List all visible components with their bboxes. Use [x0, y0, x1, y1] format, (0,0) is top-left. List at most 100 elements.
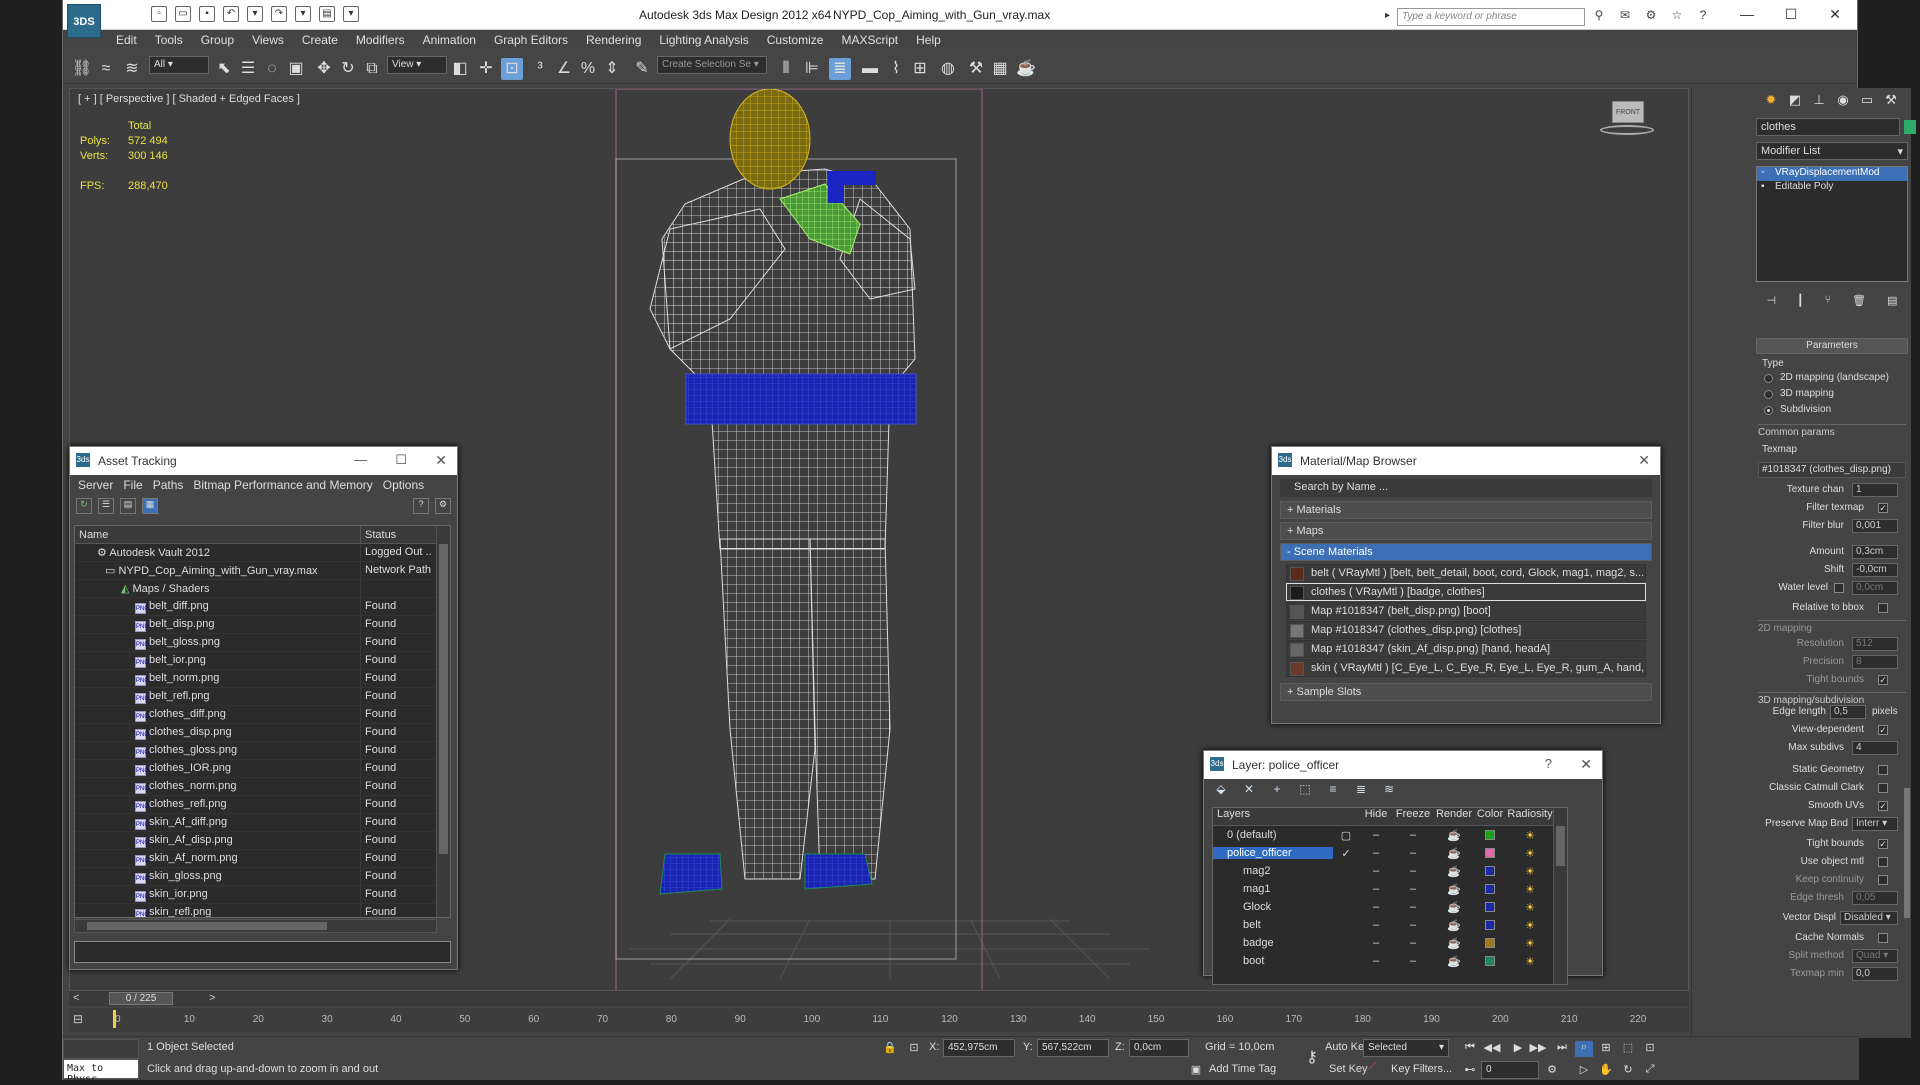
layer-row[interactable]: mag2– – ☕ ☀ [1213, 862, 1567, 880]
layer-radiosity-icon[interactable]: ☀ [1505, 919, 1555, 932]
configure-sets-icon[interactable]: ▤ [1887, 294, 1897, 312]
select-objects-in-layer-icon[interactable]: ⬚ [1296, 782, 1314, 798]
menu-customize[interactable]: Customize [758, 30, 833, 50]
unlink-icon[interactable]: ≈ [95, 58, 117, 80]
modifier-list-dropdown[interactable]: Modifier List ▾ [1756, 142, 1908, 160]
scene-material-item[interactable]: Map #1018347 (clothes_disp.png) [clothes… [1286, 621, 1646, 639]
layer-name[interactable]: belt [1213, 919, 1333, 931]
selection-filter-dropdown[interactable]: All ▾ [149, 56, 209, 74]
next-frame-icon[interactable]: ▶▶ [1529, 1041, 1547, 1057]
render-setup-icon[interactable]: ⚒ [965, 58, 987, 80]
edit-named-selection-icon[interactable]: ✎ [631, 58, 653, 80]
layer-hide-toggle[interactable]: – [1359, 883, 1393, 895]
layer-name[interactable]: Glock [1213, 901, 1333, 913]
water-level-spinner[interactable]: 0,0cm [1852, 581, 1898, 595]
keyboard-shortcut-toggle-icon[interactable]: ⊡ [501, 58, 523, 80]
layer-hide-toggle[interactable]: – [1359, 937, 1393, 949]
asset-row[interactable]: ◭ Maps / Shaders [75, 580, 450, 598]
layer-freeze-toggle[interactable]: – [1393, 883, 1433, 895]
layer-color-cell[interactable] [1475, 938, 1505, 948]
filter-blur-spinner[interactable]: 0,001 [1852, 519, 1898, 533]
pan-view-icon[interactable]: ✋ [1597, 1063, 1615, 1079]
current-layer-check-icon[interactable]: ✓ [1333, 847, 1359, 860]
asset-row[interactable]: PNGbelt_ior.png Found [75, 652, 450, 670]
menu-maxscript[interactable]: MAXScript [832, 30, 907, 50]
add-to-layer-icon[interactable]: + [1268, 782, 1286, 798]
redo-dropdown-icon[interactable]: ▾ [295, 6, 311, 22]
section-materials[interactable]: + Materials [1280, 501, 1652, 519]
layer-row[interactable]: police_officer ✓ – – ☕ ☀ [1213, 844, 1567, 862]
layer-render-icon[interactable]: ☕ [1433, 829, 1475, 842]
default-in-out-tangent-icon[interactable]: ⟋ [1363, 1061, 1381, 1077]
section-sample-slots[interactable]: + Sample Slots [1280, 683, 1652, 701]
layer-row[interactable]: boot – – ☕ ☀ [1213, 952, 1567, 970]
redo-icon[interactable]: ↷ [271, 6, 287, 22]
menu-animation[interactable]: Animation [414, 30, 485, 50]
zoom-all-icon[interactable]: ⊞ [1597, 1041, 1615, 1057]
filter-texmap-checkbox[interactable]: ✓ [1878, 503, 1888, 513]
layer-render-icon[interactable]: ☕ [1433, 847, 1475, 860]
scene-material-item[interactable]: clothes ( VRayMtl ) [badge, clothes] [1286, 583, 1646, 601]
curve-editor-icon[interactable]: ⌇ [885, 58, 907, 80]
object-color-swatch[interactable] [1904, 120, 1916, 134]
modify-tab-icon[interactable]: ◩ [1786, 92, 1804, 110]
undo-icon[interactable]: ↶ [223, 6, 239, 22]
shift-spinner[interactable]: -0,0cm [1852, 563, 1898, 577]
edge-thresh-spinner[interactable]: 0,05 [1852, 891, 1898, 905]
layer-manager-icon[interactable]: ≣ [829, 58, 851, 80]
use-object-mtl-checkbox[interactable] [1878, 857, 1888, 867]
material-search-input[interactable]: Search by Name ... [1280, 479, 1652, 497]
asset-tracking-titlebar[interactable]: 3ds Asset Tracking — ☐ ✕ [70, 447, 457, 475]
asset-row[interactable]: ▭ NYPD_Cop_Aiming_with_Gun_vray.max Netwo… [75, 562, 450, 580]
layer-name[interactable]: 0 (default) [1213, 829, 1333, 841]
mirror-icon[interactable]: ⫴ [775, 58, 797, 80]
layer-row[interactable]: belt – – ☕ ☀ [1213, 916, 1567, 934]
close-icon[interactable]: ✕ [1813, 0, 1857, 30]
save-icon[interactable]: ▪ [199, 6, 215, 22]
select-object-icon[interactable]: ⬉ [213, 58, 235, 80]
layer-color-cell[interactable] [1475, 884, 1505, 894]
layer-name[interactable]: mag2 [1213, 865, 1333, 877]
layer-row[interactable]: badge – – ☕ ☀ [1213, 934, 1567, 952]
pivot-center-icon[interactable]: ◧ [449, 58, 471, 80]
viewcube-ring[interactable] [1600, 125, 1654, 135]
static-geometry-checkbox[interactable] [1878, 765, 1888, 775]
layer-color-cell[interactable] [1475, 902, 1505, 912]
time-tag-icon[interactable]: ▣ [1187, 1063, 1205, 1079]
create-tab-icon[interactable]: ✹ [1762, 92, 1780, 110]
time-configuration-icon[interactable]: ⚙ [1543, 1063, 1561, 1079]
layer-color-cell[interactable] [1475, 848, 1505, 858]
rotate-icon[interactable]: ↻ [337, 58, 359, 80]
asset-row[interactable]: PNGskin_Af_norm.png Found [75, 850, 450, 868]
binoculars-icon[interactable]: ⚲ [1591, 8, 1607, 22]
current-frame-field[interactable]: 0 [1481, 1061, 1539, 1079]
scene-material-item[interactable]: skin ( VRayMtl ) [C_Eye_L, C_Eye_R, Eye_… [1286, 659, 1646, 677]
select-manipulate-icon[interactable]: ✛ [475, 58, 497, 80]
go-to-end-icon[interactable]: ⏭ [1553, 1041, 1571, 1057]
parameters-rollout[interactable]: Parameters [1756, 338, 1908, 354]
menu-group[interactable]: Group [192, 30, 243, 50]
y-coord-field[interactable]: 567,522cm [1037, 1039, 1109, 1057]
layer-radiosity-icon[interactable]: ☀ [1505, 865, 1555, 878]
material-browser-titlebar[interactable]: 3ds Material/Map Browser ✕ [1272, 447, 1660, 475]
asset-row[interactable]: PNGclothes_refl.png Found [75, 796, 450, 814]
layer-hide-toggle[interactable]: – [1359, 901, 1393, 913]
table-view-icon[interactable]: ▤ [120, 498, 136, 514]
zoom-extents-all-icon[interactable]: ⊡ [1641, 1041, 1659, 1057]
named-selection-sets-dropdown[interactable]: Create Selection Se ▾ [657, 56, 767, 74]
snaps-toggle-icon[interactable]: ³ [529, 58, 551, 80]
keep-continuity-checkbox[interactable] [1878, 875, 1888, 885]
auto-key-selection-dropdown[interactable]: Selected ▾ [1363, 1039, 1449, 1057]
asset-tracking-maximize-icon[interactable]: ☐ [395, 452, 407, 468]
scene-material-item[interactable]: belt ( VRayMtl ) [belt, belt_detail, boo… [1286, 564, 1646, 582]
set-key-button[interactable]: Set Key [1329, 1063, 1368, 1075]
command-panel-scrollbar[interactable] [1904, 788, 1910, 918]
column-freeze[interactable]: Freeze [1393, 808, 1433, 825]
refresh-icon[interactable]: ↻ [76, 498, 92, 514]
split-method-dropdown[interactable]: Quad ▾ [1852, 949, 1898, 963]
render-production-icon[interactable]: ☕ [1015, 58, 1037, 80]
select-and-link-icon[interactable]: ⛓ [71, 58, 93, 80]
layer-radiosity-icon[interactable]: ☀ [1505, 847, 1555, 860]
precision-spinner[interactable]: 8 [1852, 655, 1898, 669]
viewcube[interactable]: FRONT [1600, 101, 1654, 141]
